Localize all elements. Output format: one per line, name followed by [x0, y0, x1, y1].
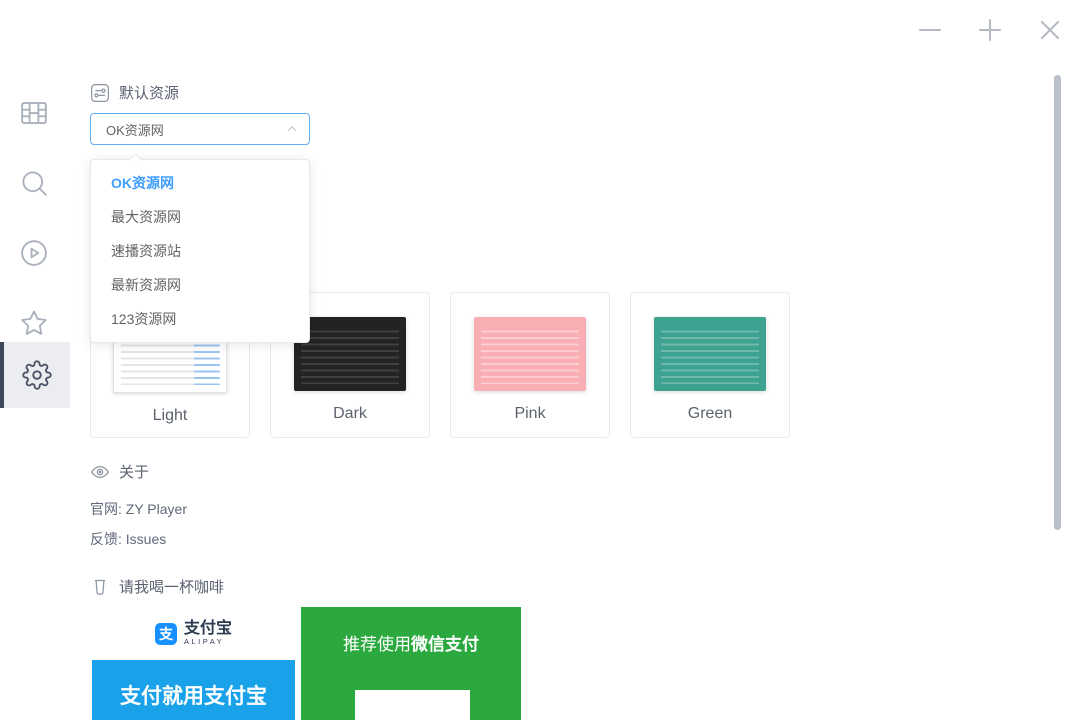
minimize-button[interactable] — [915, 15, 945, 45]
default-source-title-text: 默认资源 — [119, 82, 179, 103]
dropdown-option[interactable]: 速播资源站 — [91, 234, 309, 268]
star-icon — [19, 308, 49, 338]
source-dropdown-panel: OK资源网 最大资源网 速播资源站 最新资源网 123资源网 — [90, 159, 310, 343]
coffee-section-title: 请我喝一杯咖啡 — [90, 576, 224, 597]
default-source-section-title: 默认资源 — [90, 82, 179, 103]
minimize-icon — [915, 15, 945, 45]
theme-thumbnail-dark — [294, 317, 406, 391]
default-source-select[interactable]: OK资源网 — [90, 113, 310, 145]
theme-card-pink[interactable]: Pink — [450, 292, 610, 438]
close-button[interactable] — [1035, 15, 1065, 45]
sidebar-item-search[interactable] — [0, 150, 70, 216]
settings-page: 默认资源 OK资源网 OK资源网 最大资源网 速播资源站 最新资源网 123资源… — [0, 0, 1080, 720]
scrollbar-thumb[interactable] — [1054, 75, 1061, 530]
alipay-logo: 支 支付宝 ALIPAY — [92, 607, 295, 660]
alipay-logo-text: 支付宝 ALIPAY — [184, 621, 232, 646]
alipay-slogan-text: 支付就用支付宝 — [120, 680, 267, 710]
sidebar-item-films[interactable] — [0, 80, 70, 146]
about-website-label: 官网: — [90, 501, 126, 517]
dropdown-option[interactable]: 最新资源网 — [91, 268, 309, 302]
theme-label: Dark — [271, 405, 429, 423]
dropdown-option[interactable]: 123资源网 — [91, 302, 309, 336]
theme-label: Light — [91, 407, 249, 425]
wechat-text-prefix: 推荐使用 — [343, 635, 411, 654]
alipay-donation-image: 支 支付宝 ALIPAY 支付就用支付宝 — [92, 607, 295, 720]
sidebar-item-player[interactable] — [0, 220, 70, 286]
theme-label: Pink — [451, 405, 609, 423]
about-feedback-label: 反馈: — [90, 531, 126, 547]
alipay-logo-cn: 支付宝 — [184, 621, 232, 637]
alipay-logo-en: ALIPAY — [184, 637, 232, 646]
coffee-cup-icon — [90, 577, 110, 597]
theme-thumbnail-green — [654, 317, 766, 391]
plus-icon — [975, 15, 1005, 45]
about-website-line: 官网: ZY Player — [90, 499, 187, 519]
about-website-link[interactable]: ZY Player — [126, 501, 187, 517]
about-feedback-link[interactable]: Issues — [126, 531, 166, 547]
about-title-text: 关于 — [119, 461, 149, 482]
about-feedback-line: 反馈: Issues — [90, 529, 166, 549]
eye-icon — [90, 462, 110, 482]
about-section-title: 关于 — [90, 461, 149, 482]
dropdown-option[interactable]: 最大资源网 — [91, 200, 309, 234]
theme-card-green[interactable]: Green — [630, 292, 790, 438]
search-icon — [19, 168, 49, 198]
wechat-donation-image: 推荐使用微信支付 — [301, 607, 521, 720]
play-circle-icon — [19, 238, 49, 268]
wechat-qr-code — [355, 690, 470, 720]
alipay-logo-icon: 支 — [155, 623, 177, 645]
film-icon — [19, 98, 49, 128]
alipay-slogan-band: 支付就用支付宝 — [92, 660, 295, 720]
sidebar-item-settings[interactable] — [0, 342, 70, 408]
theme-thumbnail-pink — [474, 317, 586, 391]
close-icon — [1035, 15, 1065, 45]
coffee-title-text: 请我喝一杯咖啡 — [119, 576, 224, 597]
theme-label: Green — [631, 405, 789, 423]
dropdown-option[interactable]: OK资源网 — [91, 166, 309, 200]
wechat-text-bold: 微信支付 — [411, 635, 479, 654]
chevron-up-icon — [285, 122, 299, 136]
select-value: OK资源网 — [91, 120, 285, 139]
maximize-button[interactable] — [975, 15, 1005, 45]
sliders-icon — [90, 83, 110, 103]
wechat-pay-text: 推荐使用微信支付 — [343, 630, 479, 655]
gear-icon — [22, 360, 52, 390]
